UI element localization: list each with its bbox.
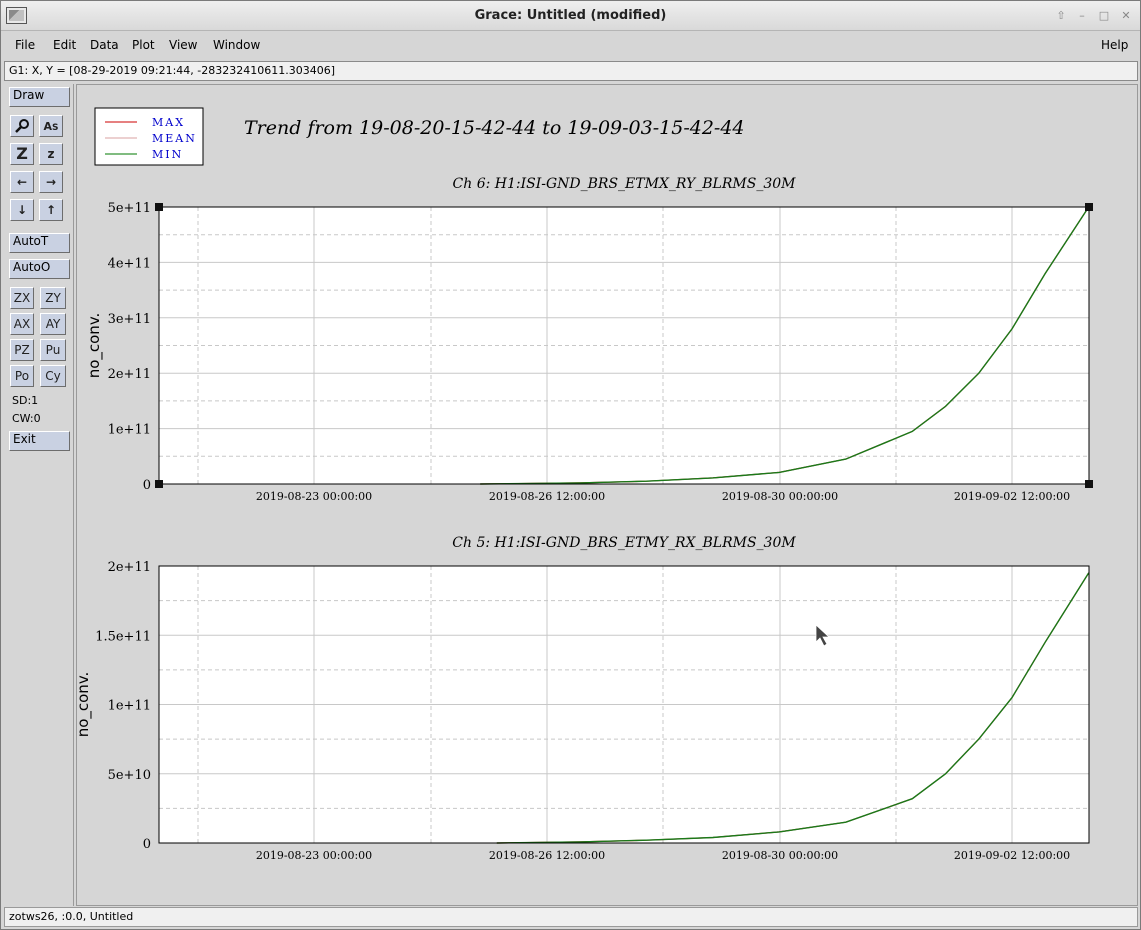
menu-data[interactable]: Data bbox=[90, 38, 119, 52]
exit-button[interactable]: Exit bbox=[9, 431, 70, 451]
chart1-ytick-label: 1e+11 bbox=[108, 423, 151, 438]
set-depth-label: SD:1 bbox=[12, 394, 39, 407]
pz-button[interactable]: PZ bbox=[10, 339, 34, 361]
chart-main-title: Trend from 19-08-20-15-42-44 to 19-09-03… bbox=[244, 117, 745, 139]
close-icon[interactable]: ✕ bbox=[1118, 8, 1134, 24]
chart1-ylabel: no_conv. bbox=[85, 313, 104, 379]
chart1-ytick-label: 0 bbox=[143, 478, 151, 493]
chart2-ytick-label: 1.5e+11 bbox=[95, 629, 151, 644]
menu-file[interactable]: File bbox=[15, 38, 35, 52]
chart1-title: Ch 6: H1:ISI-GND_BRS_ETMX_RY_BLRMS_30M bbox=[453, 176, 797, 192]
menu-window[interactable]: Window bbox=[213, 38, 260, 52]
grace-window: Grace: Untitled (modified) ⇧ – □ ✕ File … bbox=[0, 0, 1141, 930]
menu-view[interactable]: View bbox=[169, 38, 197, 52]
minimize-icon[interactable]: – bbox=[1074, 8, 1090, 24]
autoscale-text-icon[interactable]: AS bbox=[39, 115, 63, 137]
chart1-ytick-label: 2e+11 bbox=[108, 367, 151, 382]
chart2-ytick-label: 2e+11 bbox=[108, 560, 151, 575]
selection-handle bbox=[155, 480, 163, 488]
po-button[interactable]: Po bbox=[10, 365, 34, 387]
status-bar: zotws26, :0.0, Untitled bbox=[4, 907, 1138, 927]
chart2-xtick-label: 2019-08-26 12:00:00 bbox=[489, 849, 605, 862]
chart1-xtick-label: 2019-08-23 00:00:00 bbox=[256, 490, 372, 503]
chart2-ytick-label: 1e+11 bbox=[108, 699, 151, 714]
menu-help[interactable]: Help bbox=[1101, 38, 1128, 52]
menu-plot[interactable]: Plot bbox=[132, 38, 155, 52]
chart1-xtick-label: 2019-08-26 12:00:00 bbox=[489, 490, 605, 503]
zoom-out-icon[interactable]: z bbox=[39, 143, 63, 165]
chart1-ytick-label: 4e+11 bbox=[108, 256, 151, 271]
shade-icon[interactable]: ⇧ bbox=[1053, 8, 1069, 24]
ay-button[interactable]: AY bbox=[40, 313, 66, 335]
selection-handle bbox=[1085, 480, 1093, 488]
chart1-ytick-label: 3e+11 bbox=[108, 312, 151, 327]
arrow-left-icon[interactable]: ← bbox=[10, 171, 34, 193]
chart2-title: Ch 5: H1:ISI-GND_BRS_ETMY_RX_BLRMS_30M bbox=[452, 535, 796, 551]
chart2-ytick-label: 5e+10 bbox=[108, 768, 151, 783]
autot-button[interactable]: AutoT bbox=[9, 233, 70, 253]
chart1-ytick-label: 5e+11 bbox=[108, 201, 151, 216]
chart2-xtick-label: 2019-09-02 12:00:00 bbox=[954, 849, 1070, 862]
legend-label-mean: MEAN bbox=[152, 132, 197, 145]
window-title: Grace: Untitled (modified) bbox=[474, 8, 667, 23]
menu-bar: File Edit Data Plot View Window Help bbox=[1, 32, 1140, 58]
zx-button[interactable]: ZX bbox=[10, 287, 34, 309]
chart1-xtick-label: 2019-08-30 00:00:00 bbox=[722, 490, 838, 503]
title-bar: Grace: Untitled (modified) ⇧ – □ ✕ bbox=[1, 1, 1140, 31]
arrow-up-icon[interactable]: ↑ bbox=[39, 199, 63, 221]
legend-label-min: MIN bbox=[152, 148, 183, 161]
plot-canvas[interactable]: MAX MEAN MIN Trend from 19-08-20-15-42-44 t… bbox=[74, 84, 1139, 907]
cy-button[interactable]: Cy bbox=[40, 365, 66, 387]
legend-label-max: MAX bbox=[152, 116, 185, 129]
chart2-ytick-label: 0 bbox=[143, 837, 151, 852]
draw-button[interactable]: Draw bbox=[9, 87, 70, 107]
zy-button[interactable]: ZY bbox=[40, 287, 66, 309]
plot-svg[interactable]: MAX MEAN MIN Trend from 19-08-20-15-42-44 t… bbox=[74, 85, 1139, 907]
toolbar: Draw AS Z z ← → ↓ ↑ AutoT AutoO ZX ZY AX… bbox=[4, 84, 74, 906]
autoo-button[interactable]: AutoO bbox=[9, 259, 70, 279]
current-world-label: CW:0 bbox=[12, 412, 41, 425]
chart2-xtick-label: 2019-08-30 00:00:00 bbox=[722, 849, 838, 862]
maximize-icon[interactable]: □ bbox=[1096, 8, 1112, 24]
chart2-ylabel: no_conv. bbox=[77, 672, 93, 738]
zoom-in-icon[interactable]: Z bbox=[10, 143, 34, 165]
chart1-xtick-label: 2019-09-02 12:00:00 bbox=[954, 490, 1070, 503]
locator-bar: G1: X, Y = [08-29-2019 09:21:44, -283232… bbox=[4, 61, 1138, 81]
chart2-xtick-label: 2019-08-23 00:00:00 bbox=[256, 849, 372, 862]
arrow-right-icon[interactable]: → bbox=[39, 171, 63, 193]
selection-handle bbox=[1085, 203, 1093, 211]
pu-button[interactable]: Pu bbox=[40, 339, 66, 361]
selection-handle bbox=[155, 203, 163, 211]
arrow-down-icon[interactable]: ↓ bbox=[10, 199, 34, 221]
menu-edit[interactable]: Edit bbox=[53, 38, 76, 52]
ax-button[interactable]: AX bbox=[10, 313, 34, 335]
zoom-magnifier-icon[interactable] bbox=[10, 115, 34, 137]
